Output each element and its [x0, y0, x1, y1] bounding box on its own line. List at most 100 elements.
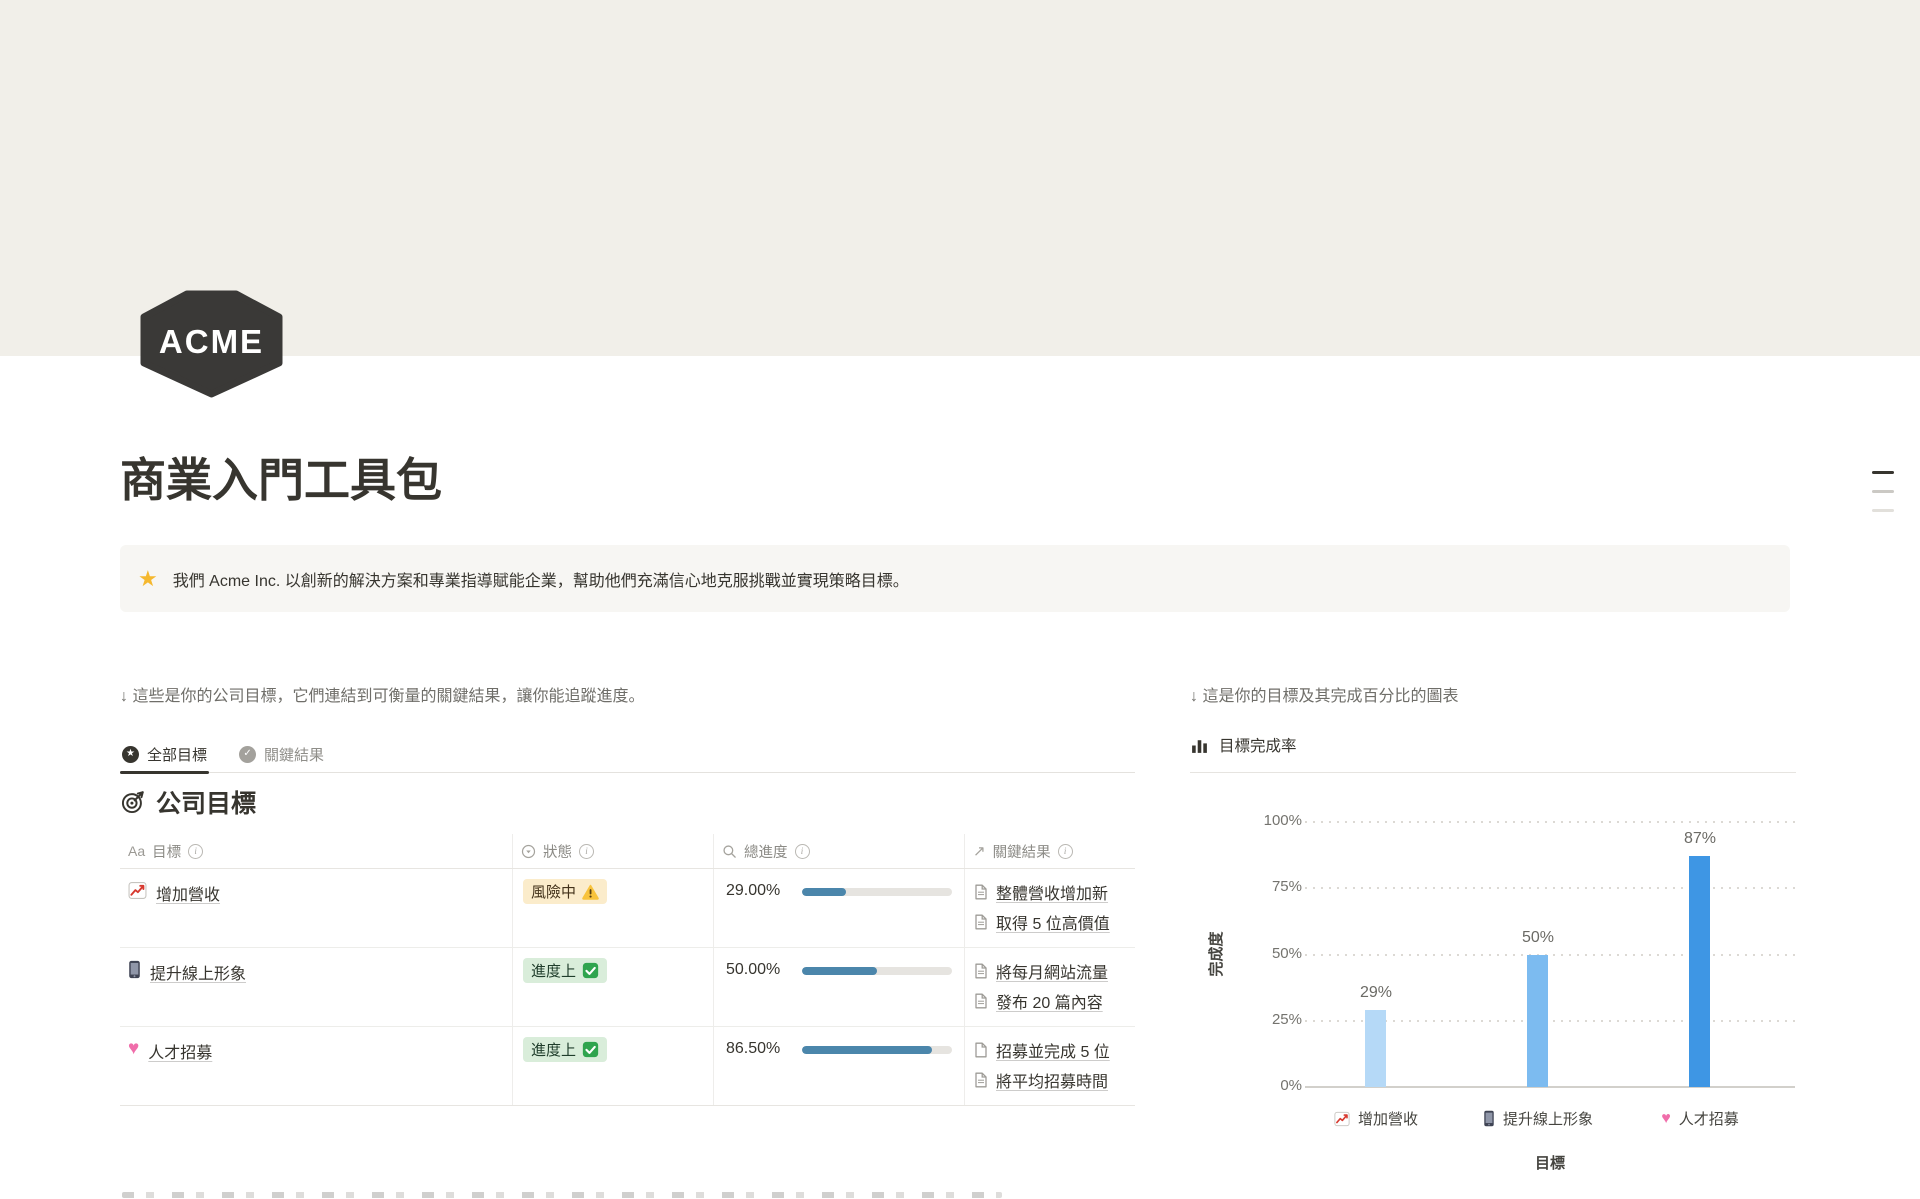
- column-header-progress[interactable]: 總進度: [713, 834, 964, 868]
- clipped-text-line: [122, 1192, 1002, 1198]
- tab-all-goals[interactable]: ★ 全部目標: [120, 732, 209, 772]
- progress-bar: [802, 1046, 952, 1054]
- check-circle-icon: ✓: [239, 746, 256, 763]
- pink-heart-icon: ♥: [1661, 1111, 1671, 1127]
- chart-plot-area: 29% 50% 87%: [1305, 822, 1795, 1087]
- bar-value-label: 50%: [1508, 929, 1568, 947]
- bar-increase-revenue[interactable]: [1365, 1010, 1386, 1087]
- target-arrow-icon: [120, 789, 146, 815]
- x-category-label: 提升線上形象: [1453, 1108, 1623, 1129]
- bar-value-label: 29%: [1346, 984, 1406, 1002]
- bar-talent-recruiting[interactable]: [1689, 856, 1710, 1087]
- y-tick-label: 100%: [1242, 812, 1302, 829]
- search-property-icon: [722, 844, 737, 859]
- status-badge[interactable]: 進度上: [523, 958, 607, 983]
- table-header-row: Aa 目標 狀態 總進度 ↗: [120, 834, 1135, 869]
- toc-line: [1872, 509, 1894, 512]
- glowing-star-icon: ★: [138, 568, 158, 590]
- star-circle-icon: ★: [122, 746, 139, 763]
- page-icon: [974, 884, 988, 900]
- progress-bar: [802, 967, 952, 975]
- y-tick-label: 25%: [1242, 1011, 1302, 1028]
- chart-header[interactable]: 目標完成率: [1190, 734, 1297, 756]
- page-icon: [974, 993, 988, 1009]
- x-axis-title: 目標: [1305, 1152, 1795, 1173]
- goal-link[interactable]: 提升線上形象: [150, 960, 246, 984]
- page-title[interactable]: 商業入門工具包: [120, 452, 442, 508]
- relation-property-icon: ↗: [973, 842, 986, 860]
- database-title[interactable]: 公司目標: [156, 784, 256, 820]
- acme-logo-text: ACME: [159, 323, 264, 360]
- table-row: ♥ 人才招募 進度上 86.50%: [120, 1027, 1135, 1106]
- page-icon: [974, 1042, 988, 1058]
- goal-link[interactable]: 人才招募: [148, 1039, 212, 1063]
- view-tabs: ★ 全部目標 ✓ 關鍵結果: [120, 732, 1135, 773]
- chart-section: ↓ 這是你的目標及其完成百分比的圖表 目標完成率 完成度 100% 75% 50…: [1190, 684, 1796, 1199]
- tab-key-results[interactable]: ✓ 關鍵結果: [237, 732, 326, 772]
- callout: ★ 我們 Acme Inc. 以創新的解決方案和專業指導賦能企業，幫助他們充滿信…: [120, 545, 1790, 612]
- info-icon[interactable]: [1058, 844, 1073, 859]
- bar-value-label: 87%: [1670, 830, 1730, 848]
- page-icon: [974, 914, 988, 930]
- page-icon: [974, 963, 988, 979]
- check-mark-icon: [582, 1041, 599, 1058]
- progress-value: 50.00%: [726, 960, 792, 979]
- tab-key-results-label: 關鍵結果: [264, 744, 324, 765]
- goals-table: Aa 目標 狀態 總進度 ↗: [120, 834, 1135, 1106]
- callout-text: 我們 Acme Inc. 以創新的解決方案和專業指導賦能企業，幫助他們充滿信心地…: [173, 567, 909, 591]
- key-result-link[interactable]: 將平均招募時間: [974, 1067, 1135, 1093]
- divider: [1190, 772, 1796, 773]
- page-icon: [974, 1072, 988, 1088]
- y-tick-label: 50%: [1242, 945, 1302, 962]
- bar-online-presence[interactable]: [1527, 955, 1548, 1088]
- table-row: 提升線上形象 進度上 50.00%: [120, 948, 1135, 1027]
- x-category-label: ♥ 人才招募: [1615, 1108, 1785, 1129]
- column-header-status[interactable]: 狀態: [512, 834, 713, 868]
- toc-line: [1872, 490, 1894, 493]
- database-heading: 公司目標: [120, 784, 256, 820]
- key-result-link[interactable]: 招募並完成 5 位: [974, 1037, 1135, 1063]
- goal-link[interactable]: 增加營收: [156, 881, 220, 905]
- acme-logo: ACME: [140, 290, 283, 398]
- status-label: 進度上: [531, 1039, 576, 1060]
- mobile-phone-icon: [128, 960, 141, 979]
- table-of-contents-indicator[interactable]: [1872, 471, 1894, 528]
- warning-icon: [582, 884, 599, 900]
- status-label: 風險中: [531, 881, 576, 902]
- bar-chart-icon: [1190, 736, 1209, 755]
- chart-description: ↓ 這是你的目標及其完成百分比的圖表: [1190, 684, 1458, 710]
- status-badge[interactable]: 進度上: [523, 1037, 607, 1062]
- status-label: 進度上: [531, 960, 576, 981]
- text-property-icon: Aa: [128, 843, 145, 859]
- key-result-link[interactable]: 整體營收增加新: [974, 879, 1135, 905]
- tab-all-goals-label: 全部目標: [147, 744, 207, 765]
- cover-image: [0, 0, 1920, 356]
- chart-title: 目標完成率: [1219, 734, 1297, 756]
- info-icon[interactable]: [579, 844, 594, 859]
- chart-increasing-icon: [1334, 1111, 1350, 1127]
- pink-heart-icon: ♥: [128, 1039, 139, 1058]
- key-result-link[interactable]: 發布 20 篇內容: [974, 988, 1135, 1014]
- chart-increasing-icon: [128, 881, 147, 900]
- column-label: 總進度: [744, 841, 788, 862]
- progress-bar: [802, 888, 952, 896]
- column-header-goal[interactable]: Aa 目標: [120, 834, 512, 868]
- progress-value: 86.50%: [726, 1039, 792, 1058]
- y-axis-title: 完成度: [1205, 914, 1225, 994]
- x-category-label: 增加營收: [1291, 1108, 1461, 1129]
- key-result-link[interactable]: 將每月網站流量: [974, 958, 1135, 984]
- column-header-key-results[interactable]: ↗ 關鍵結果: [964, 834, 1135, 868]
- info-icon[interactable]: [795, 844, 810, 859]
- goals-description: ↓ 這些是你的公司目標，它們連結到可衡量的關鍵結果，讓你能追蹤進度。: [120, 684, 644, 710]
- y-tick-label: 75%: [1242, 878, 1302, 895]
- table-row: 增加營收 風險中 29.00%: [120, 869, 1135, 948]
- key-result-link[interactable]: 取得 5 位高價值: [974, 909, 1135, 935]
- y-tick-label: 0%: [1242, 1077, 1302, 1094]
- select-property-icon: [521, 844, 536, 859]
- toc-line: [1872, 471, 1894, 474]
- column-label: 目標: [152, 841, 181, 862]
- column-label: 關鍵結果: [993, 841, 1051, 862]
- info-icon[interactable]: [188, 844, 203, 859]
- check-mark-icon: [582, 962, 599, 979]
- status-badge[interactable]: 風險中: [523, 879, 607, 904]
